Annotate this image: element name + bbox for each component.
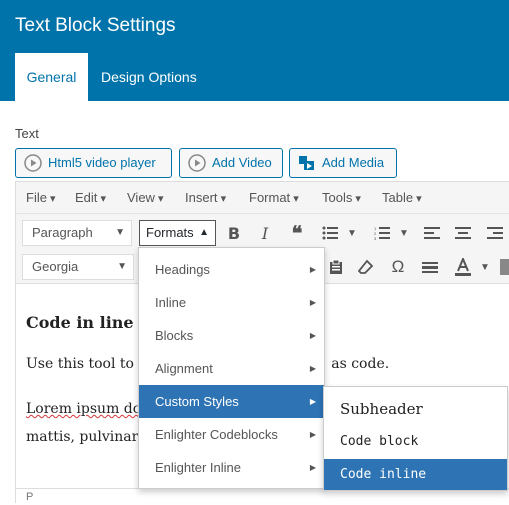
html5-video-player-button[interactable]: Html5 video player xyxy=(15,148,172,178)
chevron-right-icon: ▶ xyxy=(309,331,316,340)
menu-format[interactable]: Format xyxy=(249,182,299,214)
bullet-list-icon[interactable] xyxy=(319,221,341,245)
align-right-icon[interactable] xyxy=(484,221,506,245)
svg-text:3: 3 xyxy=(374,236,377,240)
paragraph-1-end: as code. xyxy=(331,356,390,372)
menu-tools[interactable]: Tools xyxy=(322,182,361,214)
block-format-value: Paragraph xyxy=(32,225,93,240)
horizontal-line-icon[interactable] xyxy=(419,255,441,279)
paragraph-2-line-1-start: Lorem ipsum do xyxy=(26,401,142,417)
align-center-icon[interactable] xyxy=(452,221,474,245)
chevron-right-icon: ▶ xyxy=(309,298,316,307)
paragraph-2-line-2-start: mattis, pulvinar xyxy=(26,429,139,445)
formats-dropdown-menu: Headings ▶ Inline ▶ Blocks ▶ Alignment ▶ Cus… xyxy=(138,247,325,489)
paste-text-icon[interactable] xyxy=(325,255,347,279)
text-field-label: Text xyxy=(15,126,39,141)
add-media-label: Add Media xyxy=(322,155,385,170)
align-left-icon[interactable] xyxy=(421,221,443,245)
formats-item-blocks[interactable]: Blocks ▶ xyxy=(139,319,324,352)
chevron-right-icon: ▶ xyxy=(309,463,316,472)
content-paragraph-2-line-2: mattis, pulvinar xyxy=(26,429,138,445)
tab-general[interactable]: General xyxy=(15,53,88,101)
formats-item-label: Alignment xyxy=(155,361,213,376)
html5-video-player-label: Html5 video player xyxy=(48,155,156,170)
font-family-value: Georgia xyxy=(32,259,79,274)
blockquote-icon[interactable]: ❝ xyxy=(286,221,308,245)
chevron-right-icon: ▶ xyxy=(309,430,316,439)
chevron-down-icon: ▼ xyxy=(115,227,125,238)
chevron-up-icon: ▲ xyxy=(199,227,209,238)
eraser-icon[interactable] xyxy=(355,255,377,279)
chevron-right-icon: ▶ xyxy=(309,397,316,406)
menu-file[interactable]: File xyxy=(26,182,56,214)
text-color-icon[interactable] xyxy=(452,255,474,279)
formats-item-headings[interactable]: Headings ▶ xyxy=(139,253,324,286)
menu-view[interactable]: View xyxy=(127,182,164,214)
formats-label: Formats xyxy=(146,225,194,240)
formats-item-label: Enlighter Inline xyxy=(155,460,241,475)
formats-item-enlighter-inline[interactable]: Enlighter Inline ▶ xyxy=(139,451,324,484)
editor-menubar: File Edit View Insert Format Tools Table xyxy=(16,182,509,214)
menu-table[interactable]: Table xyxy=(382,182,422,214)
formats-item-label: Custom Styles xyxy=(155,394,239,409)
formats-item-label: Blocks xyxy=(155,328,194,343)
chevron-down-icon[interactable]: ▼ xyxy=(474,255,496,279)
settings-header: Text Block Settings General Design Optio… xyxy=(0,0,509,101)
style-code-inline[interactable]: Code inline xyxy=(324,459,507,490)
formats-item-custom-styles[interactable]: Custom Styles ▶ xyxy=(139,385,324,418)
chevron-down-icon[interactable]: ▼ xyxy=(341,221,363,245)
add-video-label: Add Video xyxy=(212,155,272,170)
add-video-button[interactable]: Add Video xyxy=(179,148,283,178)
chevron-right-icon: ▶ xyxy=(309,265,316,274)
chevron-right-icon: ▶ xyxy=(309,364,316,373)
media-icon xyxy=(298,154,316,172)
formats-item-label: Inline xyxy=(155,295,187,310)
font-family-select[interactable]: Georgia ▼ xyxy=(22,254,134,280)
formats-item-label: Headings xyxy=(155,262,210,277)
menu-insert[interactable]: Insert xyxy=(185,182,226,214)
content-heading: Code in line xyxy=(26,313,134,332)
add-media-button[interactable]: Add Media xyxy=(289,148,397,178)
custom-styles-submenu: Subheader Code block Code inline xyxy=(323,386,508,491)
content-paragraph-2-line-1: Lorem ipsum do xyxy=(26,401,141,417)
background-color-icon[interactable] xyxy=(498,255,509,279)
numbered-list-icon[interactable]: 123 xyxy=(371,221,393,245)
formats-item-inline[interactable]: Inline ▶ xyxy=(139,286,324,319)
style-code-block[interactable]: Code block xyxy=(324,427,507,457)
formats-item-enlighter-codeblocks[interactable]: Enlighter Codeblocks ▶ xyxy=(139,418,324,451)
play-circle-icon xyxy=(24,154,42,172)
style-subheader[interactable]: Subheader xyxy=(324,392,507,427)
italic-icon[interactable]: I xyxy=(254,221,276,245)
formats-item-label: Enlighter Codeblocks xyxy=(155,427,278,442)
tab-design-options[interactable]: Design Options xyxy=(89,53,209,101)
window-title: Text Block Settings xyxy=(15,15,176,36)
paragraph-1-start: Use this tool to c xyxy=(26,356,147,372)
chevron-down-icon[interactable]: ▼ xyxy=(393,221,415,245)
menu-edit[interactable]: Edit xyxy=(75,182,106,214)
block-format-select[interactable]: Paragraph ▼ xyxy=(22,220,132,246)
special-character-icon[interactable]: Ω xyxy=(387,255,409,279)
formats-item-alignment[interactable]: Alignment ▶ xyxy=(139,352,324,385)
formats-button[interactable]: Formats ▲ xyxy=(139,220,216,246)
element-path[interactable]: P xyxy=(26,491,33,503)
play-circle-icon xyxy=(188,154,206,172)
chevron-down-icon: ▼ xyxy=(117,261,127,272)
bold-icon[interactable]: B xyxy=(223,221,245,245)
